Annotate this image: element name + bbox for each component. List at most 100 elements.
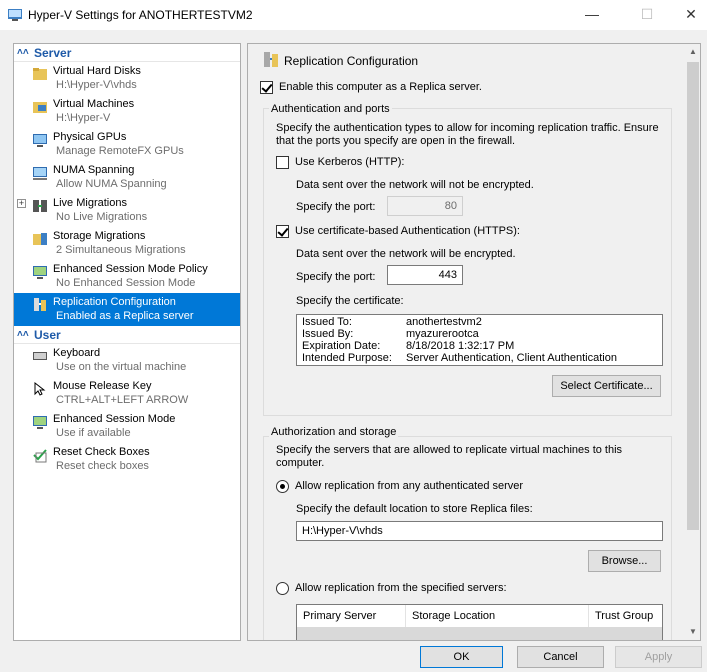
tree-item-label: Virtual Hard Disks <box>53 65 141 77</box>
storage-description-line2: computer. <box>276 457 325 469</box>
tree-item-numa-spanning[interactable]: NUMA Spanning Allow NUMA Spanning <box>14 161 240 194</box>
cert-purpose-key: Intended Purpose: <box>302 352 392 364</box>
tree-item-sub: No Enhanced Session Mode <box>56 277 196 289</box>
allow-any-server-radio[interactable] <box>276 480 289 493</box>
tree-item-live-migrations[interactable]: + Live Migrations No Live Migrations <box>14 194 240 227</box>
default-location-label: Specify the default location to store Re… <box>296 503 533 515</box>
specified-servers-table[interactable]: Primary Server Storage Location Trust Gr… <box>296 604 663 640</box>
auth-description-line2: that the ports you specify are open in t… <box>276 135 516 147</box>
tree-item-sub: Allow NUMA Spanning <box>56 178 167 190</box>
tree-item-physical-gpus[interactable]: Physical GPUs Manage RemoteFX GPUs <box>14 128 240 161</box>
replication-icon <box>264 52 278 67</box>
tree-item-sub: Enabled as a Replica server <box>56 310 194 322</box>
kerberos-checkbox[interactable] <box>276 156 289 169</box>
tree-item-mouse-release-key[interactable]: Mouse Release Key CTRL+ALT+LEFT ARROW <box>14 377 240 410</box>
scroll-up-icon[interactable]: ▲ <box>685 44 700 60</box>
tree-item-reset-check-boxes[interactable]: Reset Check Boxes Reset check boxes <box>14 443 240 476</box>
specify-certificate-label: Specify the certificate: <box>296 295 404 307</box>
kerberos-port-input[interactable]: 80 <box>387 196 463 216</box>
cert-issued-by-key: Issued By: <box>302 328 354 340</box>
cert-port-label: Specify the port: <box>296 271 376 283</box>
settings-panel: Replication Configuration Enable this co… <box>247 43 701 641</box>
close-button[interactable]: ✕ <box>668 0 707 30</box>
storage-migration-icon <box>33 233 47 245</box>
page-title: Replication Configuration <box>284 54 419 68</box>
kerberos-note: Data sent over the network will not be e… <box>296 179 534 191</box>
cancel-button[interactable]: Cancel <box>517 646 604 668</box>
cert-expiration-key: Expiration Date: <box>302 340 381 352</box>
table-row[interactable] <box>297 627 662 640</box>
allow-specified-servers-label: Allow replication from the specified ser… <box>295 582 507 594</box>
certificate-auth-checkbox[interactable] <box>276 225 289 238</box>
tree-item-label: Keyboard <box>53 347 101 359</box>
tree-item-sub: No Live Migrations <box>56 211 148 223</box>
column-header-storage-location[interactable]: Storage Location <box>406 605 589 627</box>
scrollbar-thumb[interactable] <box>687 62 699 530</box>
auth-ports-group <box>263 108 672 416</box>
tree-item-label: Enhanced Session Mode <box>53 413 176 425</box>
column-header-primary-server[interactable]: Primary Server <box>297 605 406 627</box>
cert-expiration-value: 8/18/2018 1:32:17 PM <box>406 340 515 352</box>
tree-item-label: NUMA Spanning <box>53 164 135 176</box>
tree-item-enhanced-session-mode[interactable]: Enhanced Session Mode Use if available <box>14 410 240 443</box>
tree-item-keyboard[interactable]: Keyboard Use on the virtual machine <box>14 344 240 377</box>
server-section-header[interactable]: ˄˄ Server <box>14 44 240 62</box>
apply-button[interactable]: Apply <box>615 646 702 668</box>
title-bar: Hyper-V Settings for ANOTHERTESTVM2 — ☐ … <box>0 0 707 30</box>
replication-icon <box>34 298 46 311</box>
column-header-trust-group[interactable]: Trust Group <box>589 605 662 627</box>
tree-item-label: Mouse Release Key <box>53 380 152 392</box>
tree-item-replication-configuration[interactable]: Replication Configuration Enabled as a R… <box>14 293 240 326</box>
maximize-button[interactable]: ☐ <box>624 0 670 30</box>
tree-item-virtual-machines[interactable]: Virtual Machines H:\Hyper-V <box>14 95 240 128</box>
ok-button[interactable]: OK <box>420 646 503 668</box>
browse-button[interactable]: Browse... <box>588 550 661 572</box>
allow-specified-servers-radio[interactable] <box>276 582 289 595</box>
user-section-header[interactable]: ˄˄ User <box>14 326 240 344</box>
tree-item-enhanced-session-policy[interactable]: Enhanced Session Mode Policy No Enhanced… <box>14 260 240 293</box>
allow-any-server-label: Allow replication from any authenticated… <box>295 480 524 492</box>
cert-port-input[interactable]: 443 <box>387 265 463 285</box>
default-location-input[interactable]: H:\Hyper-V\vhds <box>296 521 663 541</box>
live-migration-icon <box>33 200 47 212</box>
tree-item-label: Virtual Machines <box>53 98 135 110</box>
tree-item-virtual-hard-disks[interactable]: Virtual Hard Disks H:\Hyper-V\vhds <box>14 62 240 95</box>
monitor-icon <box>33 134 47 147</box>
window-title: Hyper-V Settings for ANOTHERTESTVM2 <box>28 8 253 22</box>
minimize-button[interactable]: — <box>569 0 615 30</box>
numa-icon <box>33 167 47 180</box>
kerberos-label: Use Kerberos (HTTP): <box>295 156 405 168</box>
collapse-chevron-icon[interactable]: ˄˄ <box>17 44 29 62</box>
tree-item-label: Replication Configuration <box>53 296 176 308</box>
expand-plus-icon[interactable]: + <box>17 199 26 208</box>
folder-vm-icon <box>33 102 47 113</box>
tree-item-label: Storage Migrations <box>53 230 146 242</box>
reset-icon <box>33 449 47 463</box>
panel-scrollbar[interactable]: ▲ ▼ <box>685 44 700 640</box>
certificate-auth-label: Use certificate-based Authentication (HT… <box>295 225 520 237</box>
settings-tree: ˄˄ Server Virtual Hard Disks H:\Hyper-V\… <box>13 43 241 641</box>
tree-item-sub: Use on the virtual machine <box>56 361 187 373</box>
tree-item-sub: Manage RemoteFX GPUs <box>56 145 184 157</box>
keyboard-icon <box>33 352 47 360</box>
tree-item-label: Enhanced Session Mode Policy <box>53 263 208 275</box>
cert-issued-by-value: myazurerootca <box>406 328 479 340</box>
tree-item-label: Reset Check Boxes <box>53 446 150 458</box>
enable-replica-label: Enable this computer as a Replica server… <box>279 81 482 93</box>
kerberos-port-label: Specify the port: <box>296 201 376 213</box>
hyper-v-settings-icon <box>8 9 22 21</box>
tree-item-label: Physical GPUs <box>53 131 127 143</box>
mouse-icon <box>34 381 46 396</box>
session-icon <box>33 416 47 429</box>
tree-item-sub: H:\Hyper-V\vhds <box>56 79 137 91</box>
tree-item-label: Live Migrations <box>53 197 127 209</box>
tree-item-storage-migrations[interactable]: Storage Migrations 2 Simultaneous Migrat… <box>14 227 240 260</box>
tree-item-sub: 2 Simultaneous Migrations <box>56 244 186 256</box>
enable-replica-checkbox[interactable] <box>260 81 273 94</box>
collapse-chevron-icon[interactable]: ˄˄ <box>17 326 29 344</box>
select-certificate-button[interactable]: Select Certificate... <box>552 375 661 397</box>
certificate-note: Data sent over the network will be encry… <box>296 248 516 260</box>
user-header-label: User <box>34 328 61 342</box>
scroll-down-icon[interactable]: ▼ <box>685 624 700 640</box>
cert-issued-to-value: anothertestvm2 <box>406 316 482 328</box>
